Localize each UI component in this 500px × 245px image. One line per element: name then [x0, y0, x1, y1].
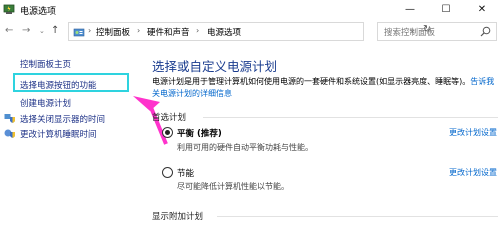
display-shield-icon	[4, 114, 15, 123]
page-title: 选择或自定义电源计划	[152, 59, 278, 74]
show-additional-plans-label[interactable]: 显示附加计划	[152, 210, 203, 222]
power-options-icon	[3, 4, 15, 14]
breadcrumb-separator: ›	[88, 26, 92, 35]
highlight-box	[13, 73, 129, 92]
preferred-plans-label: 首选计划	[152, 113, 187, 123]
plan-power-saver-change-settings-link[interactable]: 更改计划设置	[449, 167, 497, 178]
plan-balanced-name[interactable]: 平衡 (推荐)	[177, 127, 222, 139]
breadcrumb-power-options[interactable]: 电源选项	[207, 26, 241, 38]
plan-power-saver-radio[interactable]	[162, 167, 173, 178]
plan-power-saver-description: 尽可能降低计算机性能以节能。	[177, 182, 289, 191]
description-link-continued[interactable]: 关电源计划的详细信息	[152, 88, 232, 99]
sidebar-item-control-panel-home[interactable]: 控制面板主页	[20, 58, 71, 70]
description-text: 电源计划是用于管理计算机如何使用电源的一套硬件和系统设置(如显示器亮度、睡眠等)…	[152, 77, 471, 86]
maximize-button[interactable]: ☐	[428, 0, 464, 20]
title-bar: 电源选项 — ☐ ✕	[0, 0, 500, 20]
window-title: 电源选项	[20, 7, 57, 17]
section-divider	[203, 117, 498, 118]
description-link[interactable]: 告诉我	[470, 77, 494, 86]
close-button[interactable]: ✕	[464, 0, 500, 20]
plan-balanced-change-settings-link[interactable]: 更改计划设置	[449, 127, 497, 138]
sleep-shield-icon	[4, 129, 15, 138]
sidebar-item-sleep-time[interactable]: 更改计算机睡眠时间	[20, 128, 97, 140]
sidebar-item-display-off-time[interactable]: 选择关闭显示器的时间	[20, 113, 105, 125]
breadcrumb-control-panel[interactable]: 控制面板	[96, 26, 130, 38]
breadcrumb-separator: ›	[137, 26, 141, 35]
plan-power-saver-name[interactable]: 节能	[177, 167, 194, 179]
breadcrumb-separator: ›	[196, 26, 200, 35]
section-divider	[217, 216, 498, 217]
sidebar-item-create-plan[interactable]: 创建电源计划	[20, 97, 71, 109]
address-bar[interactable]: › 控制面板 › 硬件和声音 › 电源选项 ⌄ ↻	[68, 22, 431, 41]
forward-arrow-icon[interactable]: →	[22, 25, 30, 36]
navigation-bar: ← → ⌄ ↑ › 控制面板 › 硬件和声音 › 电源选项 ⌄ ↻ 搜索控制面板	[0, 21, 500, 43]
breadcrumb-hardware-sound[interactable]: 硬件和声音	[147, 26, 190, 38]
search-placeholder: 搜索控制面板	[384, 28, 436, 38]
search-icon[interactable]	[480, 26, 491, 37]
search-box[interactable]: 搜索控制面板	[377, 22, 497, 41]
page-description: 电源计划是用于管理计算机如何使用电源的一套硬件和系统设置(如显示器亮度、睡眠等)…	[152, 76, 498, 87]
vertical-scrollbar[interactable]	[494, 45, 500, 245]
recent-locations-icon[interactable]: ⌄	[39, 27, 45, 35]
up-arrow-icon[interactable]: ↑	[51, 25, 59, 36]
plan-balanced-description: 利用可用的硬件自动平衡功耗与性能。	[177, 143, 313, 152]
minimize-button[interactable]: —	[392, 0, 428, 20]
control-panel-icon	[73, 28, 85, 37]
back-arrow-icon[interactable]: ←	[5, 25, 13, 36]
plan-balanced-radio[interactable]	[162, 127, 173, 138]
